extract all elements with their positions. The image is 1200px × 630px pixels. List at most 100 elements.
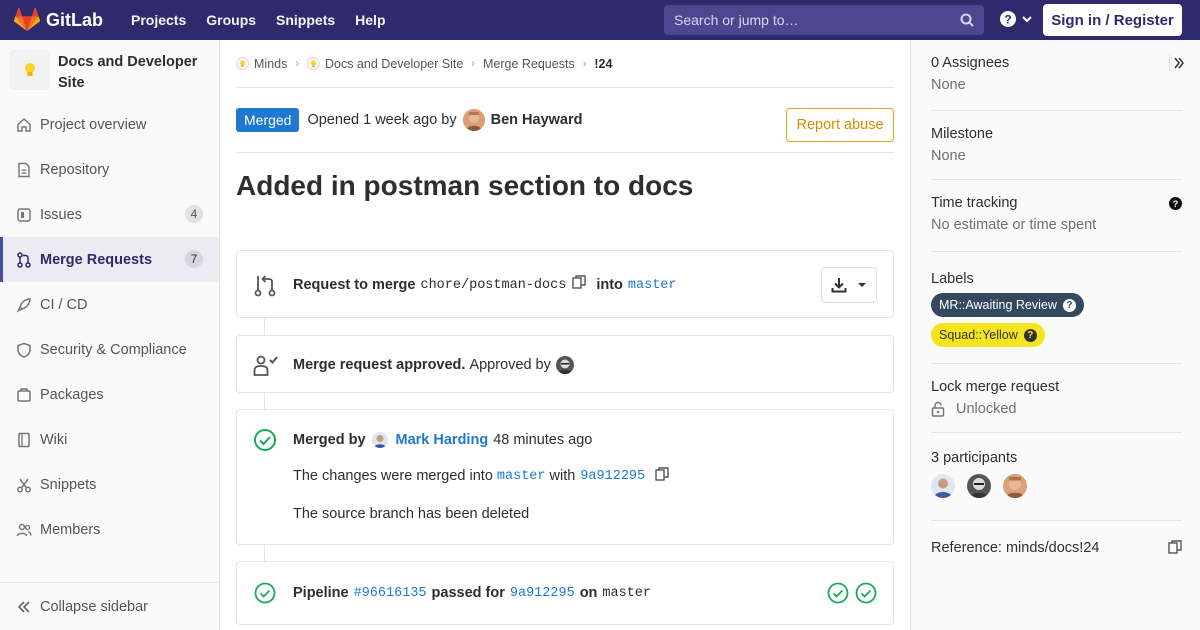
sidebar-item-label: Members: [40, 521, 101, 538]
stage-success-icon[interactable]: [855, 582, 877, 604]
issues-count-badge: 4: [185, 205, 203, 223]
main-content: Minds › Docs and Developer Site › Merge …: [236, 40, 894, 625]
sidebar-item-label: Repository: [40, 161, 110, 178]
breadcrumb: Minds › Docs and Developer Site › Merge …: [236, 40, 894, 88]
participant-avatar[interactable]: [967, 474, 991, 498]
question-icon: ?: [1023, 328, 1037, 342]
approval-icon: [253, 355, 278, 376]
sign-in-button[interactable]: Sign in / Register: [1043, 4, 1182, 36]
pipeline-widget: Pipeline #96616135 passed for 9a912295 o…: [236, 561, 894, 625]
breadcrumb-mr-id[interactable]: !24: [594, 57, 612, 71]
top-navbar: GitLab Projects Groups Snippets Help ? S…: [0, 0, 1200, 40]
page-title: Added in postman section to docs: [236, 170, 694, 201]
sidebar-item-label: Security & Compliance: [40, 341, 187, 358]
download-dropdown-button[interactable]: [821, 267, 877, 303]
sidebar-item-snippets[interactable]: Snippets: [0, 462, 219, 507]
assignees-title: 0 Assignees: [931, 55, 1010, 71]
assignees-block: 0 Assignees None: [931, 55, 1182, 111]
issues-icon: [16, 207, 32, 223]
pipeline-stages: [827, 582, 877, 604]
nav-groups[interactable]: Groups: [196, 0, 266, 40]
target-branch-link[interactable]: master: [628, 278, 677, 293]
group-avatar-icon: [236, 57, 249, 70]
pipeline-id-link[interactable]: #96616135: [354, 586, 427, 601]
copy-icon[interactable]: [1168, 540, 1182, 554]
lock-title: Lock merge request: [931, 379, 1060, 395]
collapse-sidebar-label: Collapse sidebar: [40, 598, 149, 615]
milestone-title: Milestone: [931, 126, 994, 142]
stage-success-icon[interactable]: [827, 582, 849, 604]
nav-projects[interactable]: Projects: [121, 0, 196, 40]
help-dropdown[interactable]: ?: [999, 10, 1033, 28]
breadcrumb-merge-requests[interactable]: Merge Requests: [483, 57, 575, 71]
search-box: [664, 5, 984, 35]
sidebar-item-packages[interactable]: Packages: [0, 372, 219, 417]
report-abuse-button[interactable]: Report abuse: [786, 108, 894, 142]
users-icon: [16, 522, 32, 538]
collapse-sidebar-button[interactable]: Collapse sidebar: [0, 582, 219, 630]
project-header[interactable]: Docs and Developer Site: [0, 40, 219, 104]
question-icon: ?: [1062, 298, 1076, 312]
labels-block: Labels MR::Awaiting Review ? Squad::Yell…: [931, 271, 1182, 364]
search-input[interactable]: [674, 12, 944, 28]
milestone-value: None: [931, 148, 966, 164]
approved-label: Merge request approved.: [293, 357, 466, 373]
merger-avatar[interactable]: [371, 432, 388, 448]
gitlab-logo[interactable]: GitLab: [14, 0, 103, 40]
sidebar-item-members[interactable]: Members: [0, 507, 219, 552]
status-success-icon[interactable]: [254, 582, 276, 604]
double-chevron-left-icon: [17, 600, 30, 613]
reference-block: Reference: minds/docs!24: [931, 537, 1182, 577]
author-name[interactable]: Ben Hayward: [491, 112, 583, 128]
nav-snippets[interactable]: Snippets: [266, 0, 345, 40]
label-squad-yellow[interactable]: Squad::Yellow ?: [931, 323, 1045, 347]
approver-avatar[interactable]: [555, 356, 574, 374]
lock-block: Lock merge request Unlocked: [931, 379, 1182, 433]
chevron-right-icon: ›: [471, 57, 475, 70]
branch-deleted-text: The source branch has been deleted: [293, 506, 530, 522]
approval-widget: Merge request approved. Approved by: [236, 335, 894, 393]
caret-down-icon: [858, 283, 866, 287]
participants-title: 3 participants: [931, 450, 1018, 466]
merged-by-label: Merged by: [293, 432, 366, 448]
label-awaiting-review[interactable]: MR::Awaiting Review ?: [931, 293, 1084, 317]
svg-text:?: ?: [1173, 199, 1179, 209]
copy-icon[interactable]: [655, 467, 669, 481]
rocket-icon: [16, 297, 32, 313]
sidebar-item-repository[interactable]: Repository: [0, 147, 219, 192]
download-icon: [831, 278, 847, 293]
time-tracking-title: Time tracking: [931, 195, 1018, 211]
time-tracking-block: Time tracking No estimate or time spent …: [931, 195, 1182, 252]
lock-value: Unlocked: [956, 401, 1017, 417]
on-text: on: [579, 585, 598, 601]
sidebar-item-ci-cd[interactable]: CI / CD: [0, 282, 219, 327]
author-avatar[interactable]: [462, 109, 485, 131]
sidebar-item-merge-requests[interactable]: Merge Requests 7: [0, 237, 219, 282]
request-to-merge-label: Request to merge: [293, 277, 416, 293]
chevron-right-icon: ›: [582, 57, 587, 70]
merged-branch-link[interactable]: master: [497, 469, 546, 484]
sidebar-item-security[interactable]: Security & Compliance: [0, 327, 219, 372]
copy-icon[interactable]: [572, 275, 587, 289]
home-icon: [16, 117, 32, 133]
merge-commit-link[interactable]: 9a912295: [580, 469, 645, 484]
sidebar-item-wiki[interactable]: Wiki: [0, 417, 219, 462]
source-branch[interactable]: chore/postman-docs: [420, 278, 566, 293]
milestone-block: Milestone None: [931, 126, 1182, 180]
breadcrumb-project[interactable]: Docs and Developer Site: [307, 57, 463, 71]
check-circle-icon: [254, 429, 276, 451]
breadcrumb-minds[interactable]: Minds: [236, 57, 287, 71]
project-avatar: [10, 50, 50, 90]
participant-avatar[interactable]: [1003, 474, 1027, 498]
sidebar-item-project-overview[interactable]: Project overview: [0, 102, 219, 147]
sidebar-item-label: Project overview: [40, 116, 147, 133]
participant-avatar[interactable]: [931, 474, 955, 498]
question-icon[interactable]: ?: [1169, 197, 1182, 210]
merger-name-link[interactable]: Mark Harding: [396, 432, 489, 448]
pipeline-label: Pipeline: [293, 585, 349, 601]
gitlab-tanuki-icon: [14, 8, 40, 31]
pipeline-commit-link[interactable]: 9a912295: [510, 586, 575, 601]
nav-help[interactable]: Help: [345, 0, 395, 40]
sidebar-item-issues[interactable]: Issues 4: [0, 192, 219, 237]
svg-text:?: ?: [1004, 13, 1011, 27]
